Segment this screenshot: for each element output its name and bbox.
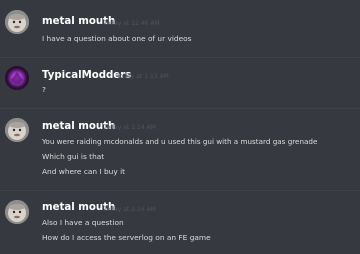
avatar[interactable] [5,118,29,142]
avatar[interactable] [5,200,29,224]
message-text: And where can I buy it [42,167,126,176]
message-text: Which gui is that [42,152,105,161]
message-timestamp: Today at 1:13 AM [117,73,169,80]
message-timestamp: Today at 12:46 AM [104,20,160,27]
divider [0,190,360,191]
message-timestamp: Today at 2:16 AM [104,206,156,213]
message-text: I have a question about one of ur videos [42,34,192,43]
message-text: You were raiding mcdonalds and u used th… [42,137,318,146]
avatar[interactable] [5,66,29,90]
message-text: Also I have a question [42,218,124,227]
message-timestamp: Today at 1:14 AM [104,124,156,131]
message-text: How do I access the serverlog on an FE g… [42,233,211,242]
divider [0,108,360,109]
message-text: ? [42,85,46,94]
divider [0,57,360,58]
avatar[interactable] [5,10,29,34]
